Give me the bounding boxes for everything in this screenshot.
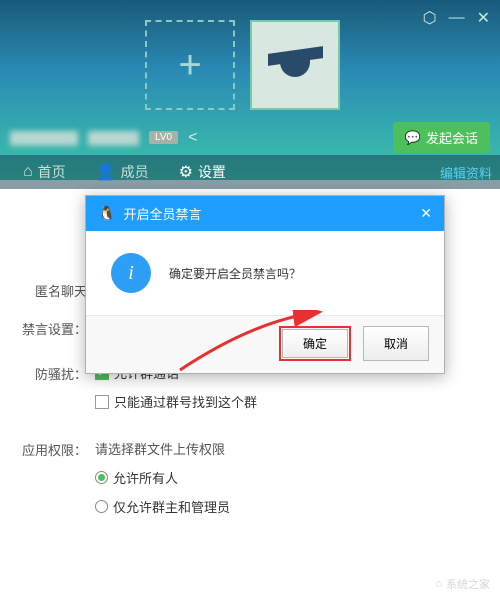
level-badge: LV0 (149, 131, 178, 144)
watermark: ⌂ 系统之家 (435, 576, 490, 592)
home-icon: ⌂ (23, 163, 33, 181)
add-avatar-box[interactable]: + (145, 20, 235, 110)
start-chat-button[interactable]: 💬 发起会话 (393, 122, 490, 153)
row-app-perm: 应用权限： 请选择群文件上传权限 允许所有人 仅允许群主和管理员 (15, 439, 485, 526)
confirm-dialog: 🐧 开启全员禁言 ✕ i 确定要开启全员禁言吗？ 确定 取消 (85, 195, 445, 374)
group-name-blurred: ████████ (10, 131, 78, 145)
window-controls: ⬡ — ✕ (423, 8, 490, 28)
group-id-blurred: ██████ (88, 131, 139, 145)
group-info-row: ████████ ██████ LV0 < 💬 发起会话 (10, 122, 490, 153)
find-by-id-text: 只能通过群号找到这个群 (114, 392, 257, 411)
header-background: ⬡ — ✕ + ████████ ██████ LV0 < 💬 发起会话 ⌂ 首… (0, 0, 500, 180)
nav-settings[interactable]: ⚙ 设置 (164, 155, 241, 189)
share-icon[interactable]: < (188, 129, 197, 147)
nav-members[interactable]: 👤 成员 (81, 155, 164, 189)
allow-all-text: 允许所有人 (113, 468, 178, 487)
find-by-id-checkbox[interactable] (95, 395, 109, 409)
gear-icon: ⚙ (179, 162, 193, 182)
menu-icon[interactable]: ⬡ (423, 8, 437, 28)
allow-all-radio[interactable] (95, 471, 108, 484)
watermark-icon: ⌂ (435, 578, 442, 590)
edit-profile-link[interactable]: 编辑资料 (440, 163, 492, 182)
plus-icon: + (178, 43, 201, 88)
allow-admin-radio[interactable] (95, 500, 108, 513)
dialog-footer: 确定 取消 (86, 315, 444, 373)
dialog-body: i 确定要开启全员禁言吗？ (86, 231, 444, 315)
ok-button[interactable]: 确定 (282, 329, 348, 358)
graduation-cap-icon (268, 45, 323, 85)
dialog-title: 开启全员禁言 (123, 204, 201, 223)
close-icon[interactable]: ✕ (477, 8, 490, 28)
cancel-button[interactable]: 取消 (363, 326, 429, 361)
mute-label: 禁言设置： (15, 318, 87, 338)
app-perm-label: 应用权限： (15, 439, 87, 459)
group-avatar[interactable] (250, 20, 340, 110)
info-icon: i (111, 253, 151, 293)
members-icon: 👤 (96, 162, 116, 182)
penguin-icon: 🐧 (98, 205, 115, 222)
dialog-header: 🐧 开启全员禁言 ✕ (86, 196, 444, 231)
anti-harass-label: 防骚扰： (15, 363, 87, 383)
nav-bar: ⌂ 首页 👤 成员 ⚙ 设置 编辑资料 (0, 155, 500, 189)
chat-icon: 💬 (405, 130, 421, 146)
dialog-message: 确定要开启全员禁言吗？ (169, 265, 301, 282)
dialog-close-icon[interactable]: ✕ (420, 205, 432, 222)
allow-admin-text: 仅允许群主和管理员 (113, 497, 230, 516)
anon-chat-label: 匿名聊天 (15, 280, 87, 300)
nav-home[interactable]: ⌂ 首页 (8, 155, 81, 189)
avatar-row: + (145, 20, 340, 110)
app-perm-hint: 请选择群文件上传权限 (95, 439, 485, 458)
minimize-icon[interactable]: — (449, 9, 465, 27)
ok-button-highlight: 确定 (279, 326, 351, 361)
